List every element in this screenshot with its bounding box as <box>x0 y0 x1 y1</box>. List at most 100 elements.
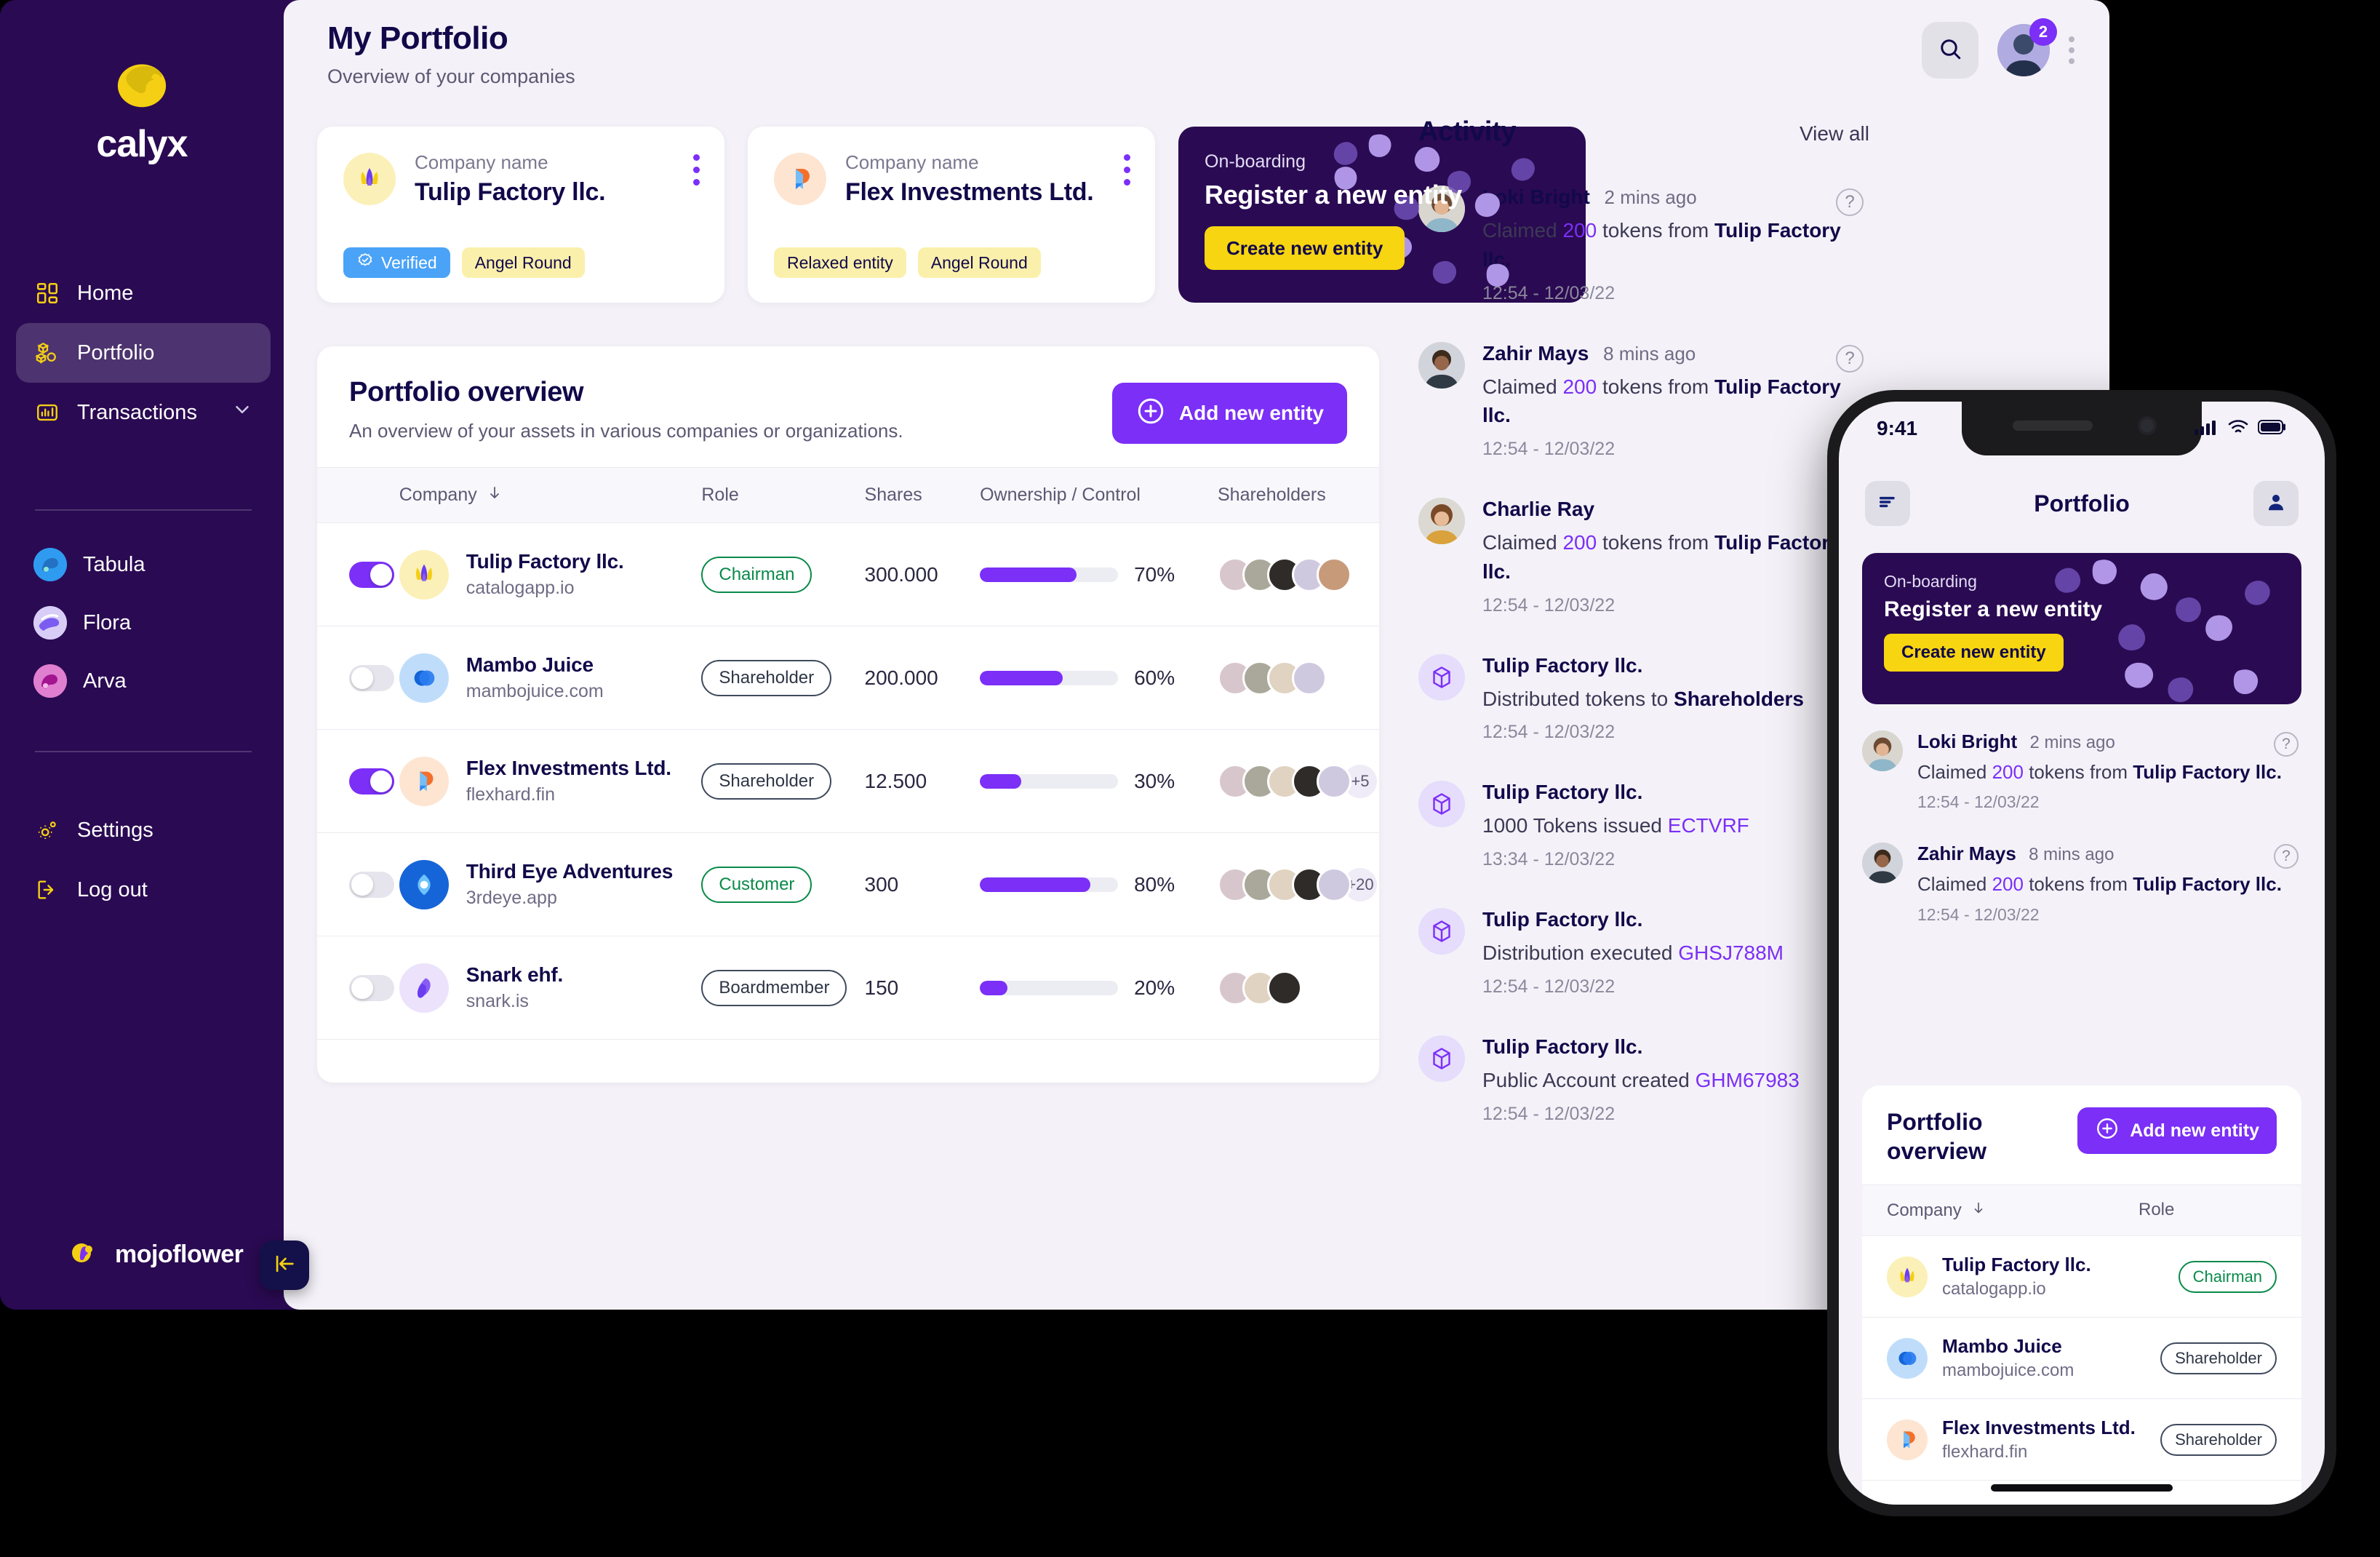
avatar <box>1267 970 1302 1006</box>
phone-header: Portfolio <box>1839 469 2325 538</box>
company-card-flex[interactable]: Company name Flex Investments Ltd. Relax… <box>748 127 1155 303</box>
activity-item[interactable]: Tulip Factory llc. Distribution executed… <box>1418 908 1869 997</box>
phone-role-badge: Shareholder <box>2160 1342 2277 1374</box>
activity-code: GHM67983 <box>1695 1068 1800 1091</box>
activity-item[interactable]: Tulip Factory llc. Public Account create… <box>1418 1035 1869 1125</box>
sidebar-item-logout[interactable]: Log out <box>16 860 271 920</box>
row-toggle[interactable] <box>349 974 394 1001</box>
activity-item[interactable]: Charlie Ray Claimed 200 tokens from Tuli… <box>1418 498 1869 616</box>
portfolio-table: Company Role Shares Ownership / Control … <box>317 467 1379 1040</box>
question-circle-icon[interactable]: ? <box>1836 188 1864 216</box>
sidebar-item-portfolio[interactable]: Portfolio <box>16 323 271 383</box>
ownership-percent: 60% <box>1134 666 1175 689</box>
row-company-name: Snark ehf. <box>466 963 564 986</box>
sidebar-item-home[interactable]: Home <box>16 263 271 323</box>
flora-logo-icon <box>33 606 67 640</box>
column-toggle <box>317 467 399 523</box>
collapse-sidebar-button[interactable] <box>260 1241 309 1290</box>
shareholder-avatars[interactable] <box>1218 660 1379 696</box>
chip-label: Angel Round <box>474 252 572 272</box>
row-company-name: Tulip Factory llc. <box>466 550 624 573</box>
avatar <box>1317 557 1351 592</box>
search-button[interactable] <box>1922 22 1978 79</box>
row-company-domain: catalogapp.io <box>466 578 575 598</box>
sidebar-org-flora[interactable]: Flora <box>33 594 273 652</box>
status-time: 9:41 <box>1877 417 1918 439</box>
chevron-down-icon[interactable] <box>231 399 253 426</box>
add-new-entity-button[interactable]: Add new entity <box>1111 383 1347 444</box>
view-all-link[interactable]: View all <box>1800 122 1869 146</box>
create-new-entity-button[interactable]: Create new entity <box>1205 226 1405 270</box>
phone-table-row[interactable]: Mambo Juice mambojuice.com Shareholder <box>1862 1318 2301 1399</box>
arrow-down-icon <box>486 484 503 506</box>
table-row[interactable]: Third Eye Adventures 3rdeye.app Customer… <box>317 832 1379 936</box>
home-indicator <box>1991 1484 2173 1492</box>
tulip-logo-icon <box>343 153 396 205</box>
question-circle-icon[interactable]: ? <box>1836 344 1864 373</box>
activity-item[interactable]: Tulip Factory llc. Distributed tokens to… <box>1418 653 1869 744</box>
phone-add-label: Add new entity <box>2130 1120 2259 1141</box>
phone-activity-actor: Zahir Mays <box>1917 843 2016 865</box>
phone-row-company-domain: mambojuice.com <box>1942 1361 2074 1380</box>
table-row[interactable]: Mambo Juice mambojuice.com Shareholder 2… <box>317 626 1379 730</box>
column-company[interactable]: Company <box>399 467 702 523</box>
sidebar-item-label: Home <box>77 281 134 305</box>
page-header: My Portfolio Overview of your companies <box>327 20 575 88</box>
row-toggle[interactable] <box>349 768 394 795</box>
portfolio-table-body: Tulip Factory llc. catalogapp.io Chairma… <box>317 522 1379 1040</box>
row-shares: 150 <box>864 976 899 999</box>
phone-row-company-domain: catalogapp.io <box>1942 1279 2046 1299</box>
row-toggle[interactable] <box>349 664 394 691</box>
app-root: calyx Home Portfolio Transactions Tabula… <box>0 0 2380 1557</box>
phone-activity-item[interactable]: Zahir Mays 8 mins ago Claimed 200 tokens… <box>1862 843 2301 924</box>
sidebar-org-arva[interactable]: Arva <box>33 652 273 710</box>
shareholder-avatars[interactable] <box>1218 557 1379 592</box>
company-card-tulip[interactable]: Company name Tulip Factory llc. Verified… <box>317 127 724 303</box>
phone-table-row[interactable]: Flex Investments Ltd. flexhard.fin Share… <box>1862 1399 2301 1481</box>
sidebar-item-transactions[interactable]: Transactions <box>16 383 271 442</box>
sidebar-divider-top <box>35 509 252 511</box>
phone-activity-item[interactable]: Loki Bright 2 mins ago Claimed 200 token… <box>1862 730 2301 812</box>
row-company-domain: 3rdeye.app <box>466 888 557 908</box>
question-circle-icon[interactable]: ? <box>2274 732 2299 757</box>
sidebar-bottom-nav: Settings Log out <box>16 800 271 920</box>
table-row[interactable]: Snark ehf. snark.is Boardmember 150 20% <box>317 936 1379 1040</box>
chart-bars-icon <box>33 399 61 426</box>
phone-activity-list: Loki Bright 2 mins ago Claimed 200 token… <box>1862 730 2301 955</box>
token-cube-icon <box>1418 781 1465 828</box>
table-row[interactable]: Tulip Factory llc. catalogapp.io Chairma… <box>317 522 1379 626</box>
row-company-domain: flexhard.fin <box>466 784 556 805</box>
kebab-menu-icon[interactable] <box>2069 36 2074 64</box>
phone-create-new-entity-button[interactable]: Create new entity <box>1884 634 2064 672</box>
activity-item[interactable]: Tulip Factory llc. 1000 Tokens issued EC… <box>1418 781 1869 870</box>
avatar <box>1862 730 1903 771</box>
shareholder-avatars[interactable]: +20 <box>1218 865 1379 904</box>
sidebar-item-settings[interactable]: Settings <box>16 800 271 860</box>
phone-add-new-entity-button[interactable]: Add new entity <box>2077 1107 2277 1154</box>
row-toggle[interactable] <box>349 871 394 898</box>
activity-amount: 200 <box>1562 531 1597 554</box>
table-row[interactable]: Flex Investments Ltd. flexhard.fin Share… <box>317 729 1379 833</box>
activity-actor: Zahir Mays <box>1482 341 1589 365</box>
desktop-window: calyx Home Portfolio Transactions Tabula… <box>0 0 2109 1310</box>
user-avatar-button[interactable]: 2 <box>1997 18 2057 76</box>
row-shares: 200.000 <box>864 666 938 689</box>
sidebar-org-tabula[interactable]: Tabula <box>33 535 273 594</box>
profile-button[interactable] <box>2253 481 2299 526</box>
status-badge-verified: Verified <box>343 247 450 278</box>
activity-item[interactable]: Zahir Mays 8 mins ago Claimed 200 tokens… <box>1418 341 1869 461</box>
phone-column-company[interactable]: Company <box>1887 1200 2139 1221</box>
phone-screen: 9:41 Portfolio On-boarding Register a ne… <box>1839 402 2325 1505</box>
phone-table-row[interactable]: Tulip Factory llc. catalogapp.io Chairma… <box>1862 1236 2301 1318</box>
row-toggle[interactable] <box>349 561 394 588</box>
shareholder-avatars[interactable]: +5 <box>1218 762 1379 800</box>
phone-role-badge: Shareholder <box>2160 1423 2277 1456</box>
phone-activity-timestamp: 12:54 - 12/03/22 <box>1917 904 2040 924</box>
menu-button[interactable] <box>1865 481 1910 526</box>
activity-relative-time: 8 mins ago <box>1603 342 1696 365</box>
company-card-kebab-icon[interactable] <box>1124 154 1130 186</box>
shareholder-avatars[interactable] <box>1218 970 1379 1006</box>
company-card-kebab-icon[interactable] <box>693 154 700 186</box>
row-company-domain: mambojuice.com <box>466 681 604 701</box>
sidebar: calyx Home Portfolio Transactions Tabula… <box>0 0 284 1310</box>
